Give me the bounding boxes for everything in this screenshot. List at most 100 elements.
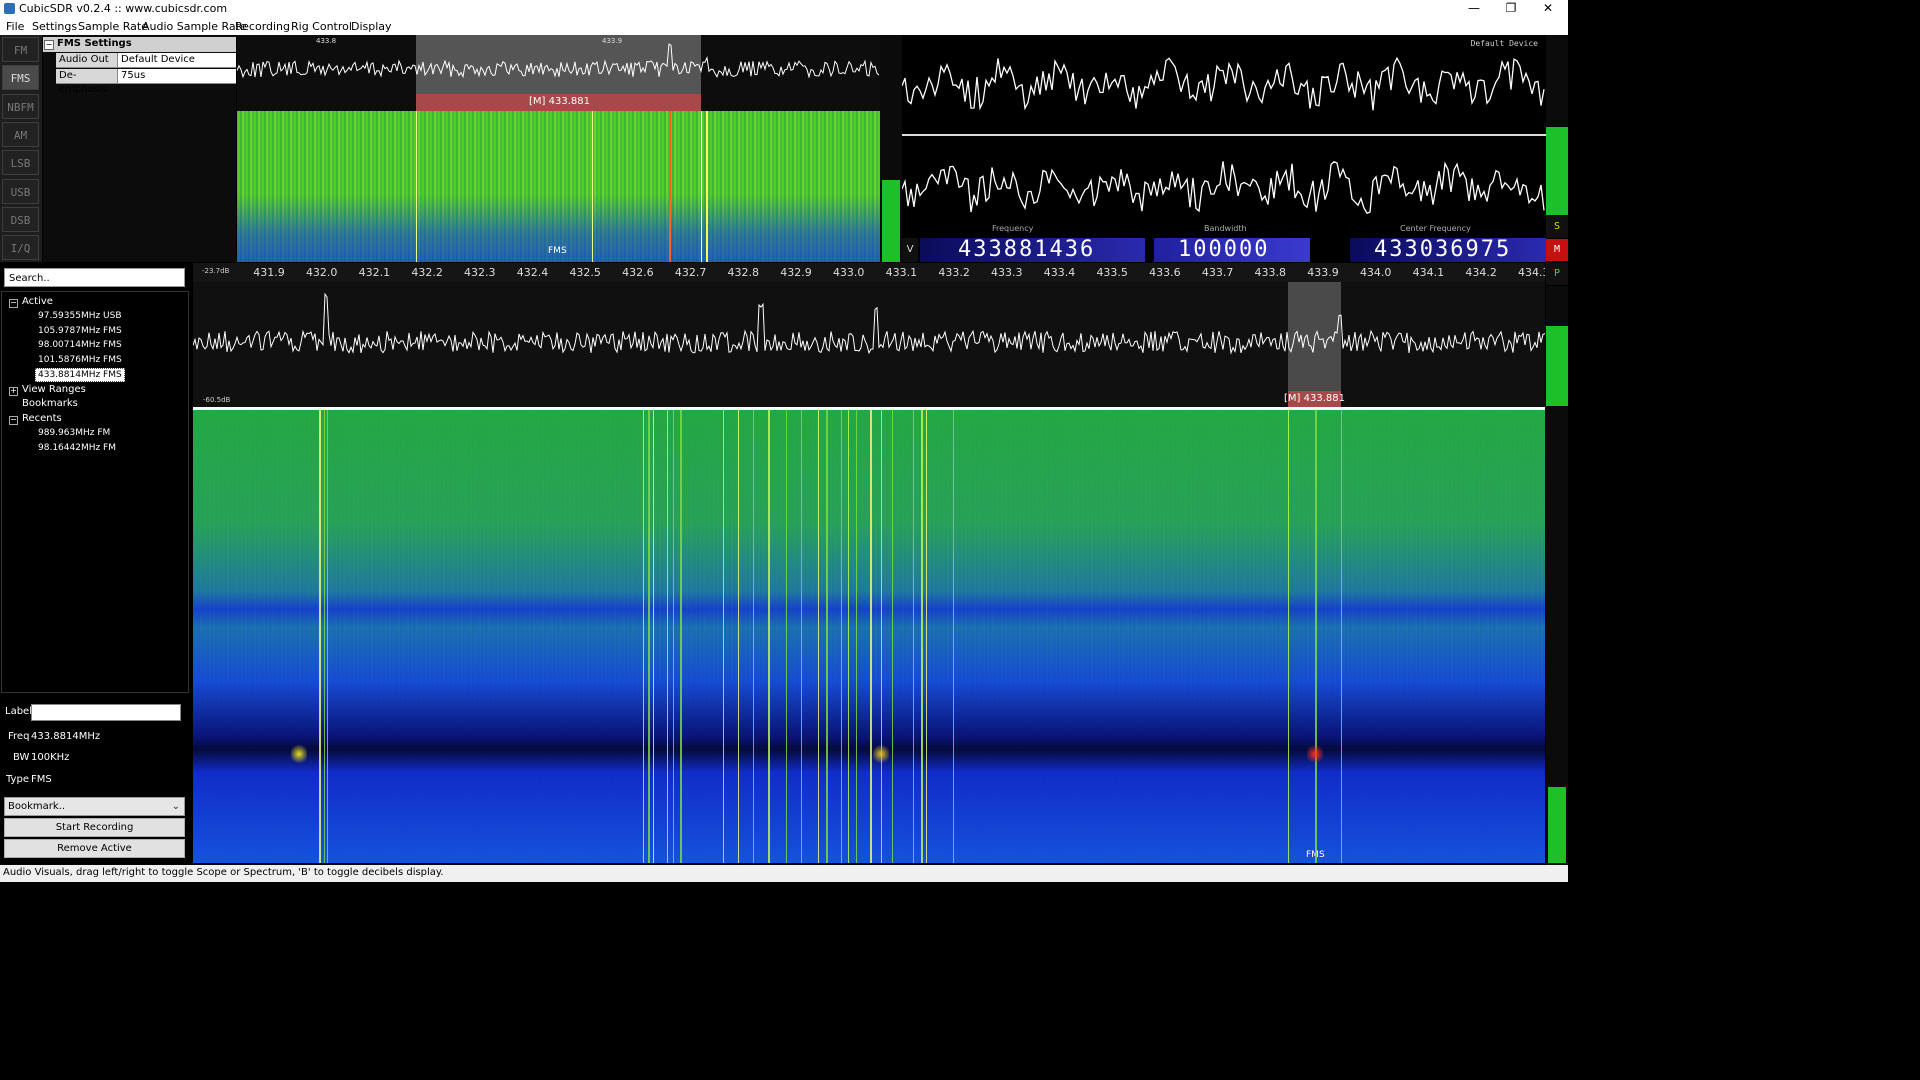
close-button[interactable]: ✕ (1528, 0, 1568, 18)
main-waterfall[interactable]: FMS (193, 410, 1545, 863)
waterfall-signal-line (1315, 410, 1317, 863)
waterfall-line (701, 111, 702, 262)
tree-leaf-active-selected[interactable]: 433.8814MHz FMS (35, 368, 125, 382)
tree-leaf-active[interactable]: 97.59355MHz USB (36, 310, 124, 322)
frequency-axis[interactable]: -23.7dB 431.9 432.0 432.1 432.2 432.3 432.4 43… (193, 263, 1545, 282)
waterfall-signal-line (1341, 410, 1342, 863)
bookmark-tree[interactable]: − Active 97.59355MHz USB 105.9787MHz FMS… (1, 291, 189, 693)
frequency-tick-label: 433.4 (1043, 266, 1076, 279)
audio-scope-right[interactable] (902, 137, 1546, 236)
waterfall-signal-line (653, 410, 654, 863)
tree-leaf-active[interactable]: 105.9787MHz FMS (36, 325, 124, 337)
main-spectrum[interactable]: -60.5dB [M] 433.881 (193, 282, 1545, 407)
bandwidth-caption: Bandwidth (1204, 224, 1247, 233)
collapse-icon[interactable]: − (9, 416, 18, 425)
waterfall-speed-meter[interactable] (1546, 407, 1568, 865)
waterfall-signal-line (327, 410, 328, 863)
demod-waterfall[interactable]: FMS (237, 111, 880, 262)
setting-key: De-emphasis (56, 69, 118, 95)
label-input[interactable] (31, 704, 181, 721)
scope-trace-right (902, 161, 1545, 214)
demod-spectrum[interactable]: 433.8 433.9 [M] 433.881 (237, 35, 880, 111)
frequency-tick-label: 432.4 (516, 266, 549, 279)
frequency-tick-label: 433.5 (1096, 266, 1128, 279)
scope-divider (902, 134, 1546, 136)
demod-dsb-button[interactable]: DSB (2, 207, 39, 232)
chevron-down-icon: ⌄ (171, 801, 180, 812)
tree-leaf-active[interactable]: 98.00714MHz FMS (36, 339, 124, 351)
demod-am-button[interactable]: AM (2, 122, 39, 147)
menu-sample-rate[interactable]: Sample Rate (78, 20, 148, 33)
waterfall-signal-line (669, 111, 671, 262)
spectrum-toggle-button[interactable]: S (1546, 216, 1568, 238)
center-frequency-display[interactable]: 433036975 (1350, 238, 1546, 262)
bandwidth-display[interactable]: 100000 (1154, 238, 1310, 262)
setting-value[interactable]: Default Device (121, 53, 195, 67)
menu-display[interactable]: Display (351, 20, 392, 33)
waterfall-signal-line (881, 410, 882, 863)
volume-toggle[interactable]: V (902, 238, 918, 262)
spectrum-gain-meter[interactable] (1546, 326, 1568, 406)
waterfall-signal-line (1288, 410, 1289, 863)
modem-settings-title: FMS Settings (57, 38, 132, 49)
freq-value: 433.8814MHz (31, 731, 101, 742)
setting-value[interactable]: 75us (121, 69, 145, 83)
remove-active-button[interactable]: Remove Active (4, 839, 185, 858)
db-bottom-label: -60.5dB (203, 396, 231, 404)
collapse-icon[interactable]: − (44, 40, 54, 50)
demod-iq-button[interactable]: I/Q (2, 235, 39, 260)
mute-button[interactable]: M (1546, 239, 1568, 261)
menu-audio-sample-rate[interactable]: Audio Sample Rate (142, 20, 247, 33)
tree-leaf-active[interactable]: 101.5876MHz FMS (36, 354, 124, 366)
frequency-display[interactable]: 433881436 (920, 238, 1145, 262)
bookmark-dropdown-value: Bookmark.. (8, 801, 66, 812)
frequency-tick-label: 434.3 (1518, 266, 1545, 279)
frequency-tick-label: 433.6 (1149, 266, 1181, 279)
bookmark-dropdown[interactable]: Bookmark.. ⌄ (4, 797, 185, 816)
restore-button[interactable]: ❐ (1491, 0, 1531, 18)
demod-nbfm-button[interactable]: NBFM (2, 94, 39, 119)
expand-icon[interactable]: + (9, 387, 18, 396)
waterfall-signal-line (953, 410, 954, 863)
main-spectrum-trace (193, 292, 1545, 355)
audio-scope-left[interactable] (902, 35, 1546, 134)
setting-row-de-emphasis[interactable]: De-emphasis 75us (56, 69, 236, 95)
waterfall-signal-line (801, 410, 802, 863)
menu-settings[interactable]: Settings (32, 20, 77, 33)
start-recording-button[interactable]: Start Recording (4, 818, 185, 837)
waterfall-signal-line (856, 410, 857, 863)
tree-leaf-recent[interactable]: 989.963MHz FM (36, 427, 112, 439)
frequency-tick-label: 432.3 (464, 266, 496, 279)
tree-leaf-recent[interactable]: 98.16442MHz FM (36, 442, 118, 454)
label-caption: Label (5, 706, 32, 717)
frequency-tick-label: 433.9 (1307, 266, 1339, 279)
demod-fms-button[interactable]: FMS (2, 65, 39, 90)
waterfall-signal-line (673, 410, 674, 863)
tree-node-recents[interactable]: Recents (22, 413, 62, 424)
menu-file[interactable]: File (6, 20, 24, 33)
peak-hold-button[interactable]: P (1546, 263, 1568, 285)
frequency-tick-label: 433.0 (832, 266, 865, 279)
minimize-button[interactable]: — (1454, 0, 1494, 18)
tree-node-view-ranges[interactable]: View Ranges (22, 384, 86, 395)
type-caption: Type (6, 774, 29, 785)
menu-recording[interactable]: Recording (235, 20, 290, 33)
demod-lsb-button[interactable]: LSB (2, 150, 39, 175)
tree-node-active[interactable]: Active (22, 296, 53, 307)
setting-key: Audio Out (56, 53, 118, 67)
setting-row-audio-out[interactable]: Audio Out Default Device (56, 53, 236, 68)
bookmark-search-input[interactable]: Search.. (4, 268, 185, 287)
modem-settings-header[interactable]: − FMS Settings (43, 37, 236, 52)
tree-node-bookmarks[interactable]: Bookmarks (22, 398, 78, 409)
center-frequency-caption: Center Frequency (1400, 224, 1471, 233)
demod-fm-button[interactable]: FM (2, 37, 39, 62)
waterfall-line (592, 111, 593, 262)
demodulator-selector: FM FMS NBFM AM LSB USB DSB I/Q (0, 35, 42, 262)
db-top-label: -23.7dB (202, 267, 230, 275)
demod-spectrum-trace (237, 43, 880, 79)
demod-usb-button[interactable]: USB (2, 179, 39, 204)
collapse-icon[interactable]: − (9, 299, 18, 308)
status-text: Audio Visuals, drag left/right to toggle… (3, 867, 444, 878)
menu-rig-control[interactable]: Rig Control (291, 20, 352, 33)
gain-meter[interactable] (880, 35, 902, 262)
